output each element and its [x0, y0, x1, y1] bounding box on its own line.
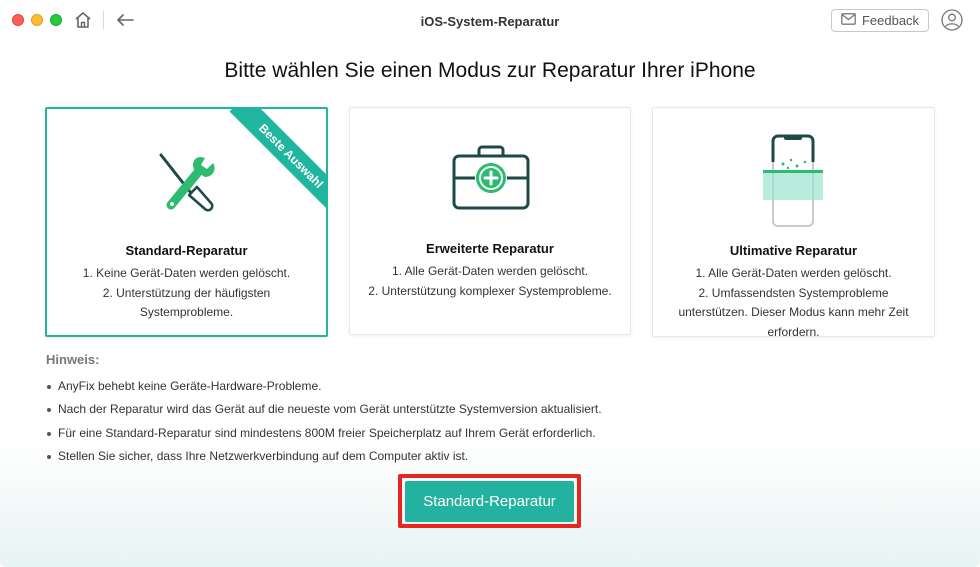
description-line: unterstützen. Dieser Modus kann mehr Zei…	[678, 305, 909, 319]
mode-card-ultimate[interactable]: Ultimative Reparatur 1. Alle Gerät-Daten…	[652, 107, 935, 337]
toolbox-icon	[451, 142, 531, 217]
description-line: 2. Unterstützung komplexer Systemproblem…	[368, 283, 612, 298]
app-window: iOS-System-Reparatur Feedback Bitte wähl…	[0, 0, 980, 567]
description-line: 2. Unterstützung der häufigsten	[102, 285, 271, 300]
note-item: Nach der Reparatur wird das Gerät auf di…	[46, 398, 946, 421]
user-account-icon[interactable]	[941, 9, 963, 31]
mode-title: Erweiterte Reparatur	[426, 241, 554, 256]
mode-title: Ultimative Reparatur	[729, 243, 858, 258]
note-item: Für eine Standard-Reparatur sind mindest…	[46, 422, 946, 445]
description-line: erfordern.	[767, 324, 820, 337]
notes-section: Hinweis: AnyFix behebt keine Geräte-Hard…	[46, 352, 946, 469]
description-line: 1. Keine Gerät-Daten werden gelöscht.	[82, 266, 291, 280]
mode-title: Standard-Reparatur	[125, 243, 248, 258]
page-heading: Bitte wählen Sie einen Modus zur Reparat…	[224, 59, 756, 82]
note-item: Stellen Sie sicher, dass Ihre Netzwerkve…	[46, 445, 946, 468]
description-line: 1. Alle Gerät-Daten werden gelöscht.	[695, 266, 892, 280]
feedback-label: Feedback	[861, 13, 920, 28]
mode-description: 1. Alle Gerät-Daten werden gelöscht. 2. …	[350, 262, 630, 301]
description-line: Systemprobleme.	[139, 305, 234, 319]
start-repair-button[interactable]: Standard-Reparatur	[405, 481, 574, 522]
mode-card-advanced[interactable]: Erweiterte Reparatur 1. Alle Gerät-Daten…	[349, 107, 631, 335]
description-line: 2. Umfassendsten Systemprobleme	[698, 285, 889, 300]
wrench-screwdriver-icon	[155, 149, 221, 220]
mode-description: 1. Keine Gerät-Daten werden gelöscht. 2.…	[47, 264, 326, 323]
title-bar: iOS-System-Reparatur Feedback	[0, 0, 980, 44]
mail-icon	[841, 13, 856, 28]
feedback-button[interactable]: Feedback	[831, 9, 929, 32]
notes-title: Hinweis:	[46, 352, 100, 367]
phone-scan-icon	[763, 132, 825, 233]
mode-card-standard[interactable]: Beste Auswahl Standard-Reparatur 1. Kein…	[45, 107, 328, 337]
note-item: AnyFix behebt keine Geräte-Hardware-Prob…	[46, 375, 946, 398]
description-line: 1. Alle Gerät-Daten werden gelöscht.	[391, 264, 589, 278]
mode-description: 1. Alle Gerät-Daten werden gelöscht. 2. …	[653, 264, 934, 337]
best-choice-badge: Beste Auswahl	[229, 109, 326, 218]
